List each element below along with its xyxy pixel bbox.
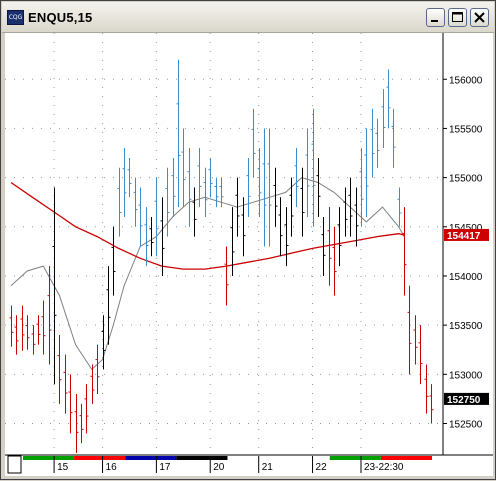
session-segment xyxy=(125,456,177,460)
session-segment xyxy=(176,456,228,460)
close-button[interactable] xyxy=(470,8,489,27)
chart-window: CQG ENQU5,15 152500 153000 153500 154000 154… xyxy=(0,0,496,480)
price-marker-label: 152750 xyxy=(447,395,481,406)
minimize-button[interactable] xyxy=(426,8,445,27)
session-segment xyxy=(23,456,75,460)
chart-area[interactable]: 152500 153000 153500 154000 154500 155000 1555… xyxy=(5,33,493,476)
x-tick-label: 16 xyxy=(106,462,118,473)
time-scroll-box[interactable] xyxy=(7,455,22,474)
maximize-icon xyxy=(452,12,463,22)
chart-background xyxy=(5,33,493,476)
minimize-icon xyxy=(431,20,438,22)
session-color-bar xyxy=(23,456,432,460)
y-tick-label: 153000 xyxy=(449,370,483,381)
session-segment xyxy=(278,456,330,460)
session-segment xyxy=(329,456,381,460)
session-segment xyxy=(380,456,432,460)
maximize-button[interactable] xyxy=(448,8,467,27)
y-tick-label: 156000 xyxy=(449,75,483,86)
price-marker-label: 154417 xyxy=(447,231,481,242)
price-chart[interactable]: 1525001530001535001540001545001550001555… xyxy=(5,33,493,476)
x-tick-label: 22 xyxy=(316,462,328,473)
y-tick-label: 155000 xyxy=(449,174,483,185)
x-tick-label: 20 xyxy=(213,462,225,473)
session-segment xyxy=(227,456,279,460)
y-tick-label: 154000 xyxy=(449,272,483,283)
y-tick-label: 153500 xyxy=(449,321,483,332)
x-tick-label: 21 xyxy=(262,462,274,473)
x-tick-label: 17 xyxy=(159,462,171,473)
title-bar[interactable]: CQG ENQU5,15 xyxy=(2,2,494,33)
close-icon xyxy=(474,12,485,23)
y-tick-label: 152500 xyxy=(449,419,483,430)
session-segment xyxy=(74,456,126,460)
y-tick-label: 155500 xyxy=(449,124,483,135)
app-logo-icon: CQG xyxy=(7,10,24,25)
x-tick-label: 23-22:30 xyxy=(364,462,404,473)
window-title: ENQU5,15 xyxy=(28,10,93,25)
x-tick-label: 15 xyxy=(57,462,69,473)
